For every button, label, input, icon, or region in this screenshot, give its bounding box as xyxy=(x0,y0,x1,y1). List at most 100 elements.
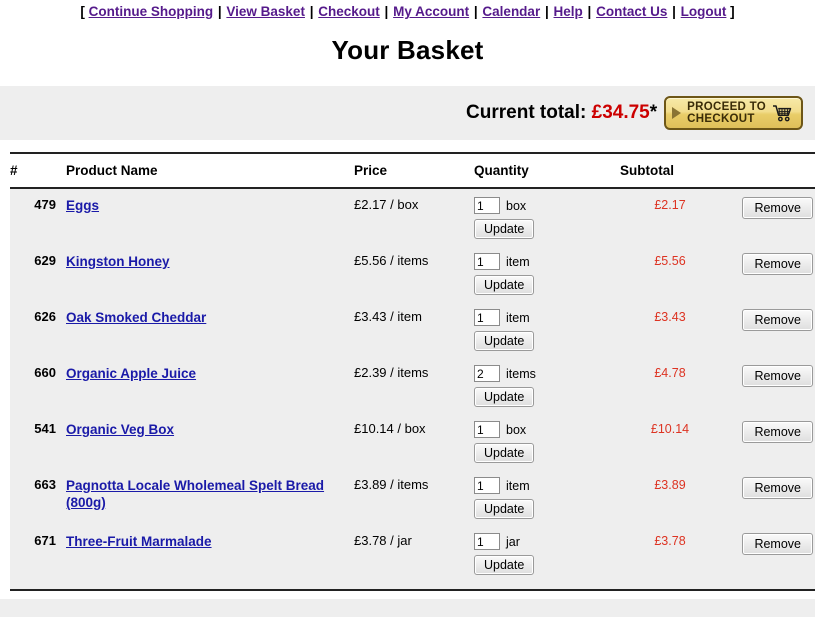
row-product-name: Pagnotta Locale Wholemeal Spelt Bread (8… xyxy=(66,469,354,525)
row-price: £2.17 / box xyxy=(354,188,474,245)
row-id: 541 xyxy=(10,413,66,469)
update-button[interactable]: Update xyxy=(474,275,535,295)
remove-button[interactable]: Remove xyxy=(742,533,813,555)
row-product-name: Eggs xyxy=(66,188,354,245)
row-actions: Remove xyxy=(720,188,815,245)
row-id: 479 xyxy=(10,188,66,245)
row-id: 660 xyxy=(10,357,66,413)
row-actions: Remove xyxy=(720,469,815,525)
main-navigation: [ Continue Shopping | View Basket | Chec… xyxy=(0,0,815,21)
basket-table-container: # Product Name Price Quantity Subtotal 4… xyxy=(10,152,815,591)
product-link[interactable]: Three-Fruit Marmalade xyxy=(66,534,212,549)
product-link[interactable]: Eggs xyxy=(66,198,99,213)
row-subtotal: £10.14 xyxy=(620,413,720,469)
column-header-price: Price xyxy=(354,152,474,189)
quantity-input[interactable] xyxy=(474,253,500,270)
nav-link-logout[interactable]: Logout xyxy=(681,4,727,19)
nav-separator: | xyxy=(473,4,478,19)
current-total-amount: £34.75 xyxy=(591,102,650,123)
row-product-name: Kingston Honey xyxy=(66,245,354,301)
product-link[interactable]: Oak Smoked Cheddar xyxy=(66,310,206,325)
column-header-subtotal: Subtotal xyxy=(620,152,720,189)
remove-button[interactable]: Remove xyxy=(742,477,813,499)
row-subtotal: £3.43 xyxy=(620,301,720,357)
proceed-to-checkout-button[interactable]: PROCEED TO CHECKOUT xyxy=(664,96,803,130)
remove-button[interactable]: Remove xyxy=(742,421,813,443)
column-header-id: # xyxy=(10,152,66,189)
product-link[interactable]: Organic Apple Juice xyxy=(66,366,196,381)
column-header-name: Product Name xyxy=(66,152,354,189)
column-header-quantity: Quantity xyxy=(474,152,620,189)
row-quantity: item Update xyxy=(474,245,620,301)
product-link[interactable]: Pagnotta Locale Wholemeal Spelt Bread (8… xyxy=(66,478,324,510)
update-button[interactable]: Update xyxy=(474,555,535,575)
nav-separator: | xyxy=(587,4,592,19)
update-button[interactable]: Update xyxy=(474,499,535,519)
update-button[interactable]: Update xyxy=(474,387,535,407)
current-total-label: Current total: xyxy=(466,102,587,123)
row-subtotal: £2.17 xyxy=(620,188,720,245)
nav-link-help[interactable]: Help xyxy=(554,4,583,19)
nav-link-my-account[interactable]: My Account xyxy=(393,4,469,19)
subtotal-value: £4.78 xyxy=(654,366,686,380)
row-product-name: Organic Apple Juice xyxy=(66,357,354,413)
product-link[interactable]: Kingston Honey xyxy=(66,254,170,269)
proceed-to-checkout-label: PROCEED TO CHECKOUT xyxy=(687,101,766,125)
row-subtotal: £5.56 xyxy=(620,245,720,301)
table-row: 629Kingston Honey £5.56 / items item Update… xyxy=(10,245,815,301)
nav-close-bracket: ] xyxy=(730,4,735,19)
subtotal-value: £10.14 xyxy=(650,422,690,436)
current-total: Current total: £34.75* xyxy=(466,102,657,124)
play-triangle-icon xyxy=(672,107,682,119)
remove-button[interactable]: Remove xyxy=(742,253,813,275)
nav-link-checkout[interactable]: Checkout xyxy=(318,4,380,19)
row-product-name: Oak Smoked Cheddar xyxy=(66,301,354,357)
footer-band xyxy=(0,599,815,617)
row-quantity: jar Update xyxy=(474,525,620,591)
row-price: £10.14 / box xyxy=(354,413,474,469)
nav-separator: | xyxy=(544,4,549,19)
row-price: £5.56 / items xyxy=(354,245,474,301)
table-row: 626Oak Smoked Cheddar £3.43 / item item Upd… xyxy=(10,301,815,357)
quantity-unit-label: item xyxy=(506,478,530,493)
row-id: 629 xyxy=(10,245,66,301)
subtotal-value: £3.78 xyxy=(654,534,686,548)
row-product-name: Three-Fruit Marmalade xyxy=(66,525,354,591)
update-button[interactable]: Update xyxy=(474,443,535,463)
row-product-name: Organic Veg Box xyxy=(66,413,354,469)
basket-table: # Product Name Price Quantity Subtotal 4… xyxy=(10,152,815,591)
row-subtotal: £3.78 xyxy=(620,525,720,591)
table-row: 541Organic Veg Box £10.14 / box box Update £… xyxy=(10,413,815,469)
remove-button[interactable]: Remove xyxy=(742,197,813,219)
table-row: 660Organic Apple Juice£2.39 / itemsitems… xyxy=(10,357,815,413)
row-subtotal: £4.78 xyxy=(620,357,720,413)
basket-summary-bar: Current total: £34.75* PROCEED TO CHECKO… xyxy=(0,86,815,140)
row-quantity: item Update xyxy=(474,301,620,357)
table-row: 663 Pagnotta Locale Wholemeal Spelt Bread… xyxy=(10,469,815,525)
column-header-actions xyxy=(720,152,815,189)
remove-button[interactable]: Remove xyxy=(742,309,813,331)
quantity-unit-label: items xyxy=(506,366,536,381)
quantity-input[interactable] xyxy=(474,197,500,214)
product-link[interactable]: Organic Veg Box xyxy=(66,422,174,437)
nav-link-view-basket[interactable]: View Basket xyxy=(226,4,305,19)
nav-link-contact-us[interactable]: Contact Us xyxy=(596,4,667,19)
nav-link-calendar[interactable]: Calendar xyxy=(482,4,540,19)
row-quantity: box Update xyxy=(474,413,620,469)
row-actions: Remove xyxy=(720,245,815,301)
quantity-input[interactable] xyxy=(474,533,500,550)
quantity-input[interactable] xyxy=(474,477,500,494)
quantity-input[interactable] xyxy=(474,421,500,438)
nav-link-continue-shopping[interactable]: Continue Shopping xyxy=(89,4,213,19)
update-button[interactable]: Update xyxy=(474,219,535,239)
update-button[interactable]: Update xyxy=(474,331,535,351)
nav-separator: | xyxy=(384,4,389,19)
quantity-input[interactable] xyxy=(474,365,500,382)
quantity-unit-label: item xyxy=(506,254,530,269)
remove-button[interactable]: Remove xyxy=(742,365,813,387)
nav-open-bracket: [ xyxy=(80,4,85,19)
subtotal-value: £2.17 xyxy=(654,198,686,212)
row-quantity: box Update xyxy=(474,188,620,245)
nav-separator: | xyxy=(217,4,222,19)
quantity-input[interactable] xyxy=(474,309,500,326)
